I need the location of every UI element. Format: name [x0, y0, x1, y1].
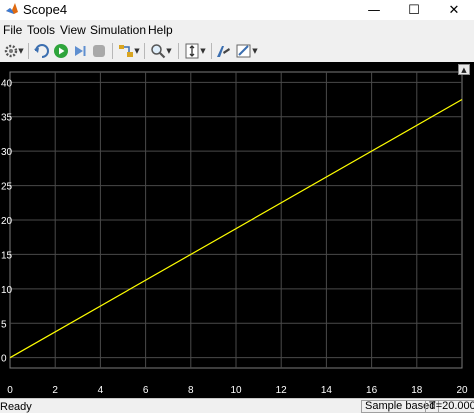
chevron-down-icon: ▼ — [166, 47, 172, 55]
menu-simulation[interactable]: Simulation — [90, 23, 146, 37]
autoscale-button[interactable]: ▼ — [182, 42, 208, 60]
cursor-measurements-icon — [217, 46, 230, 57]
x-axis-ticks: 0 2 4 6 8 10 12 14 16 18 20 — [7, 385, 468, 396]
toolbar-separator — [144, 43, 145, 59]
settings-button[interactable]: ▼ — [2, 42, 26, 60]
menu-bar: File Tools View Simulation Help — [0, 21, 474, 40]
menu-help[interactable]: Help — [148, 23, 173, 37]
toolbar-separator — [112, 43, 113, 59]
x-tick-label: 12 — [276, 385, 288, 396]
x-tick-label: 0 — [7, 385, 13, 396]
autoscale-icon — [185, 43, 199, 59]
toolbar-separator — [28, 43, 29, 59]
y-tick-label: 40 — [1, 78, 13, 89]
minimize-icon: — — [367, 2, 381, 18]
zoom-button[interactable]: ▼ — [148, 42, 174, 60]
x-tick-label: 18 — [411, 385, 423, 396]
y-axis-ticks: 0 5 10 15 20 25 30 35 40 — [1, 78, 13, 364]
maximize-button[interactable]: ☐ — [396, 0, 432, 20]
x-tick-label: 10 — [230, 385, 242, 396]
restore-icon — [34, 44, 49, 58]
plot-grid — [9, 71, 463, 369]
toolbar-separator — [211, 43, 212, 59]
x-tick-label: 16 — [366, 385, 378, 396]
run-icon — [54, 44, 68, 58]
x-tick-label: 6 — [143, 385, 149, 396]
scope-plot: 0 5 10 15 20 25 30 35 40 0 2 4 6 8 10 12 14 16 18 20 — [1, 71, 468, 396]
title-bar: Scope4 — ☐ ✕ — [0, 0, 474, 20]
chevron-down-icon: ▼ — [18, 47, 24, 55]
toolbar: ▼ ▼ ▼ ▼ ▼ — [0, 40, 474, 63]
style-button[interactable]: ▼ — [234, 42, 260, 60]
y-tick-label: 15 — [1, 250, 13, 261]
close-button[interactable]: ✕ — [436, 0, 472, 20]
settings-icon — [5, 44, 18, 58]
step-forward-icon — [75, 46, 86, 56]
y-tick-label: 25 — [1, 182, 13, 193]
maximize-icon: ☐ — [408, 2, 420, 18]
matlab-logo-icon — [6, 3, 18, 14]
y-tick-label: 35 — [1, 113, 13, 124]
chevron-down-icon: ▼ — [252, 47, 258, 55]
stop-button[interactable] — [90, 42, 108, 60]
stop-icon — [93, 45, 105, 57]
zoom-icon — [151, 44, 166, 59]
status-bar: Ready Sample based T=20.000 — [0, 398, 474, 413]
y-tick-label: 5 — [1, 319, 7, 330]
chevron-down-icon: ▼ — [200, 47, 206, 55]
x-tick-label: 14 — [321, 385, 333, 396]
expand-icon: ▲ — [461, 65, 467, 74]
expand-axes-button[interactable]: ▲ — [458, 64, 470, 75]
run-button[interactable] — [52, 42, 70, 60]
style-icon — [236, 44, 251, 58]
x-tick-label: 20 — [456, 385, 468, 396]
status-text: Ready — [0, 401, 32, 413]
y-tick-label: 20 — [1, 216, 13, 227]
y-tick-label: 10 — [1, 285, 13, 296]
highlight-block-button[interactable]: ▼ — [116, 42, 142, 60]
toolbar-separator — [178, 43, 179, 59]
menu-view[interactable]: View — [60, 23, 86, 37]
menu-tools[interactable]: Tools — [27, 23, 55, 37]
menu-file[interactable]: File — [3, 23, 22, 37]
minimize-button[interactable]: — — [356, 0, 392, 20]
chevron-down-icon: ▼ — [134, 47, 140, 55]
highlight-block-icon — [119, 45, 134, 57]
close-icon: ✕ — [448, 2, 460, 18]
restore-button[interactable] — [33, 42, 51, 60]
window-title: Scope4 — [23, 2, 68, 17]
x-tick-label: 8 — [188, 385, 194, 396]
x-tick-label: 2 — [52, 385, 58, 396]
y-tick-label: 30 — [1, 147, 13, 158]
step-forward-button[interactable] — [71, 42, 89, 60]
x-tick-label: 4 — [98, 385, 104, 396]
cursor-measurements-button[interactable] — [214, 42, 232, 60]
y-tick-label: 0 — [1, 354, 7, 365]
simulation-time-indicator: T=20.000 — [425, 400, 474, 413]
